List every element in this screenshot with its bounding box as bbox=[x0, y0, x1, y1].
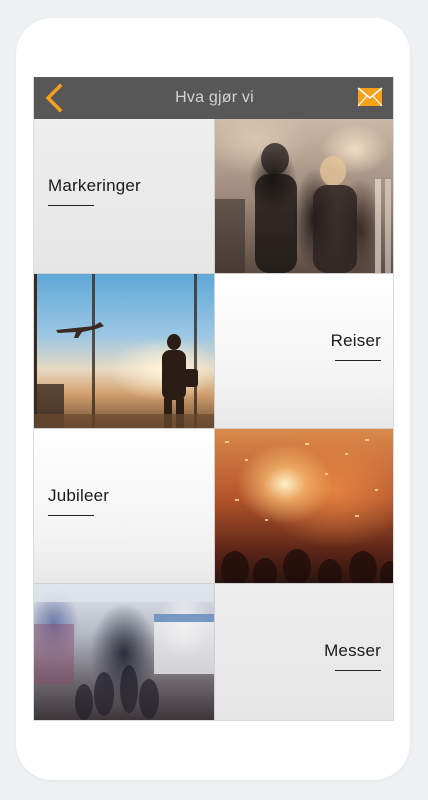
back-button[interactable] bbox=[40, 83, 70, 113]
tile-underline bbox=[48, 205, 94, 206]
grid-divider bbox=[34, 428, 393, 429]
tile-jubileer[interactable]: Jubileer bbox=[34, 429, 214, 583]
trade-fair-photo[interactable] bbox=[34, 584, 214, 720]
confetti-concert-photo[interactable] bbox=[215, 429, 393, 583]
tile-label: Markeringer bbox=[48, 176, 141, 195]
party-photo[interactable] bbox=[215, 119, 393, 273]
tile-label: Messer bbox=[324, 641, 381, 660]
airport-photo-detail bbox=[34, 274, 214, 428]
mail-button[interactable] bbox=[357, 87, 383, 107]
grid-divider bbox=[34, 273, 393, 274]
confetti-photo-detail bbox=[221, 439, 393, 583]
trade-fair-photo-detail bbox=[34, 584, 214, 720]
page-title: Hva gjør vi bbox=[175, 89, 254, 106]
tile-underline bbox=[48, 515, 94, 516]
envelope-icon bbox=[357, 87, 383, 107]
party-photo-detail bbox=[215, 143, 391, 273]
tile-underline bbox=[335, 670, 381, 671]
grid-divider bbox=[214, 119, 215, 720]
tile-label: Reiser bbox=[330, 331, 381, 350]
app-header: Hva gjør vi bbox=[34, 77, 393, 119]
tile-label: Jubileer bbox=[48, 486, 110, 505]
service-grid: Markeringer Reiser Jubileer Messer bbox=[34, 119, 393, 720]
tile-messer[interactable]: Messer bbox=[215, 584, 393, 720]
grid-divider bbox=[34, 583, 393, 584]
tile-underline bbox=[335, 360, 381, 361]
airport-travel-photo[interactable] bbox=[34, 274, 214, 428]
chevron-left-icon bbox=[45, 83, 63, 113]
app-screen: Hva gjør vi Markeringer Reiser Jubileer … bbox=[33, 77, 394, 721]
tile-reiser[interactable]: Reiser bbox=[215, 274, 393, 428]
tile-markeringer[interactable]: Markeringer bbox=[34, 119, 214, 273]
